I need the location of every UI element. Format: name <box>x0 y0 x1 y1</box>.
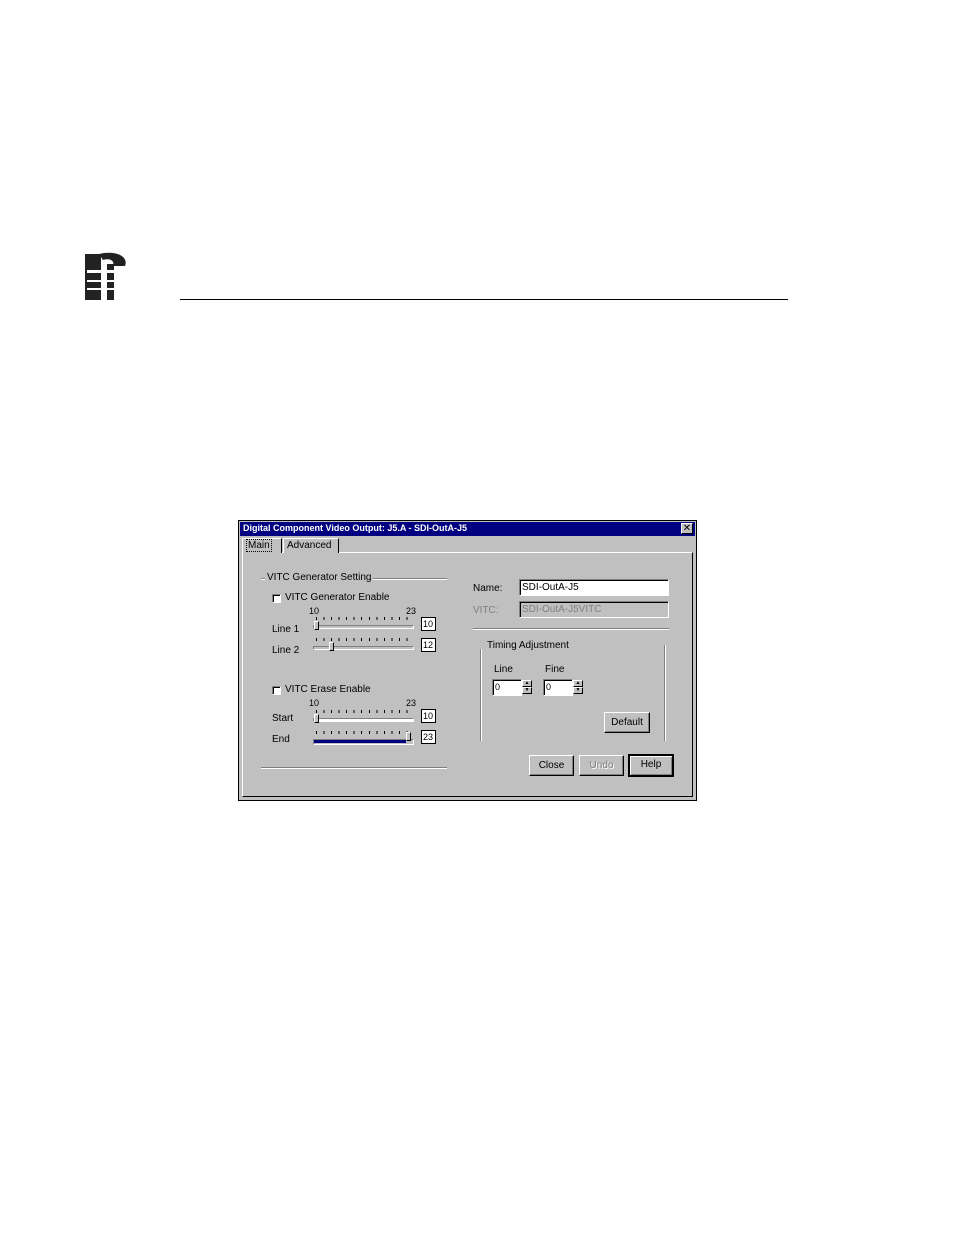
start-ticks <box>316 710 414 713</box>
erase-scale-min: 10 <box>309 698 320 708</box>
help-button[interactable]: Help <box>628 754 674 777</box>
start-slider-thumb[interactable] <box>314 714 319 723</box>
end-slider-thumb[interactable] <box>406 732 411 741</box>
timing-line-up-icon[interactable]: ▲ <box>522 680 532 687</box>
title-bar[interactable]: Digital Component Video Output: J5.A - S… <box>240 522 695 536</box>
start-value: 10 <box>421 709 436 723</box>
line2-slider-thumb[interactable] <box>329 642 334 651</box>
undo-button[interactable]: Undo <box>579 755 624 776</box>
name-label: Name: <box>473 583 503 594</box>
timing-group-border-left <box>480 649 482 741</box>
default-button[interactable]: Default <box>604 712 650 733</box>
tab-main-label: Main <box>246 539 272 552</box>
vitc-generator-enable-label: VITC Generator Enable <box>285 592 390 603</box>
generator-scale-min: 10 <box>309 606 320 616</box>
timing-fine-label: Fine <box>545 664 565 675</box>
timing-fine-down-icon[interactable]: ▼ <box>573 687 583 694</box>
vitc-erase-enable-checkbox[interactable] <box>272 686 281 695</box>
generator-scale-max: 23 <box>406 606 417 616</box>
vitc-group-title: VITC Generator Setting <box>267 572 372 583</box>
name-input[interactable]: SDI-OutA-J5 <box>519 579 669 596</box>
close-icon[interactable]: ✕ <box>681 523 693 534</box>
line1-slider-track[interactable] <box>313 625 414 629</box>
timing-fine-up-icon[interactable]: ▲ <box>573 680 583 687</box>
line1-ticks <box>316 617 414 620</box>
timing-line-input[interactable]: 0 <box>492 679 522 696</box>
tab-advanced[interactable]: Advanced <box>283 538 339 553</box>
line2-value: 12 <box>421 638 436 652</box>
start-label: Start <box>272 713 294 724</box>
close-button[interactable]: Close <box>529 755 574 776</box>
vitc-generator-enable-checkbox[interactable] <box>272 594 281 603</box>
timing-group-border-right <box>664 645 666 741</box>
company-logo <box>85 250 129 302</box>
name-divider <box>473 628 669 630</box>
dialog-window: Digital Component Video Output: J5.A - S… <box>238 520 697 801</box>
end-slider-track[interactable] <box>313 739 414 745</box>
vitc-group-border-top-right <box>373 578 447 580</box>
vitc-label: VITC: <box>473 605 499 616</box>
line1-label: Line 1 <box>272 624 300 635</box>
end-value: 23 <box>421 730 436 744</box>
timing-line-label: Line <box>494 664 513 675</box>
timing-line-spinner: ▲ ▼ <box>522 680 532 695</box>
timing-fine-input[interactable]: 0 <box>543 679 573 696</box>
start-slider-track[interactable] <box>313 718 414 722</box>
vitc-group-border-bottom <box>261 767 447 769</box>
timing-group-title: Timing Adjustment <box>487 640 569 651</box>
vitc-erase-enable-label: VITC Erase Enable <box>285 684 371 695</box>
vitc-group-border-top-left <box>261 578 265 580</box>
line2-label: Line 2 <box>272 645 300 656</box>
timing-line-down-icon[interactable]: ▼ <box>522 687 532 694</box>
line2-ticks <box>316 638 414 641</box>
end-ticks <box>316 731 414 734</box>
timing-fine-spinner: ▲ ▼ <box>573 680 583 695</box>
dialog-title: Digital Component Video Output: J5.A - S… <box>243 523 467 533</box>
end-label: End <box>272 734 290 745</box>
erase-scale-max: 23 <box>406 698 417 708</box>
tab-main[interactable]: Main <box>242 538 282 553</box>
header-rule <box>180 299 788 300</box>
end-slider-fill <box>314 740 406 743</box>
vitc-name-input: SDI-OutA-J5VITC <box>519 601 669 618</box>
line1-slider-thumb[interactable] <box>314 621 319 630</box>
line1-value: 10 <box>421 617 436 631</box>
